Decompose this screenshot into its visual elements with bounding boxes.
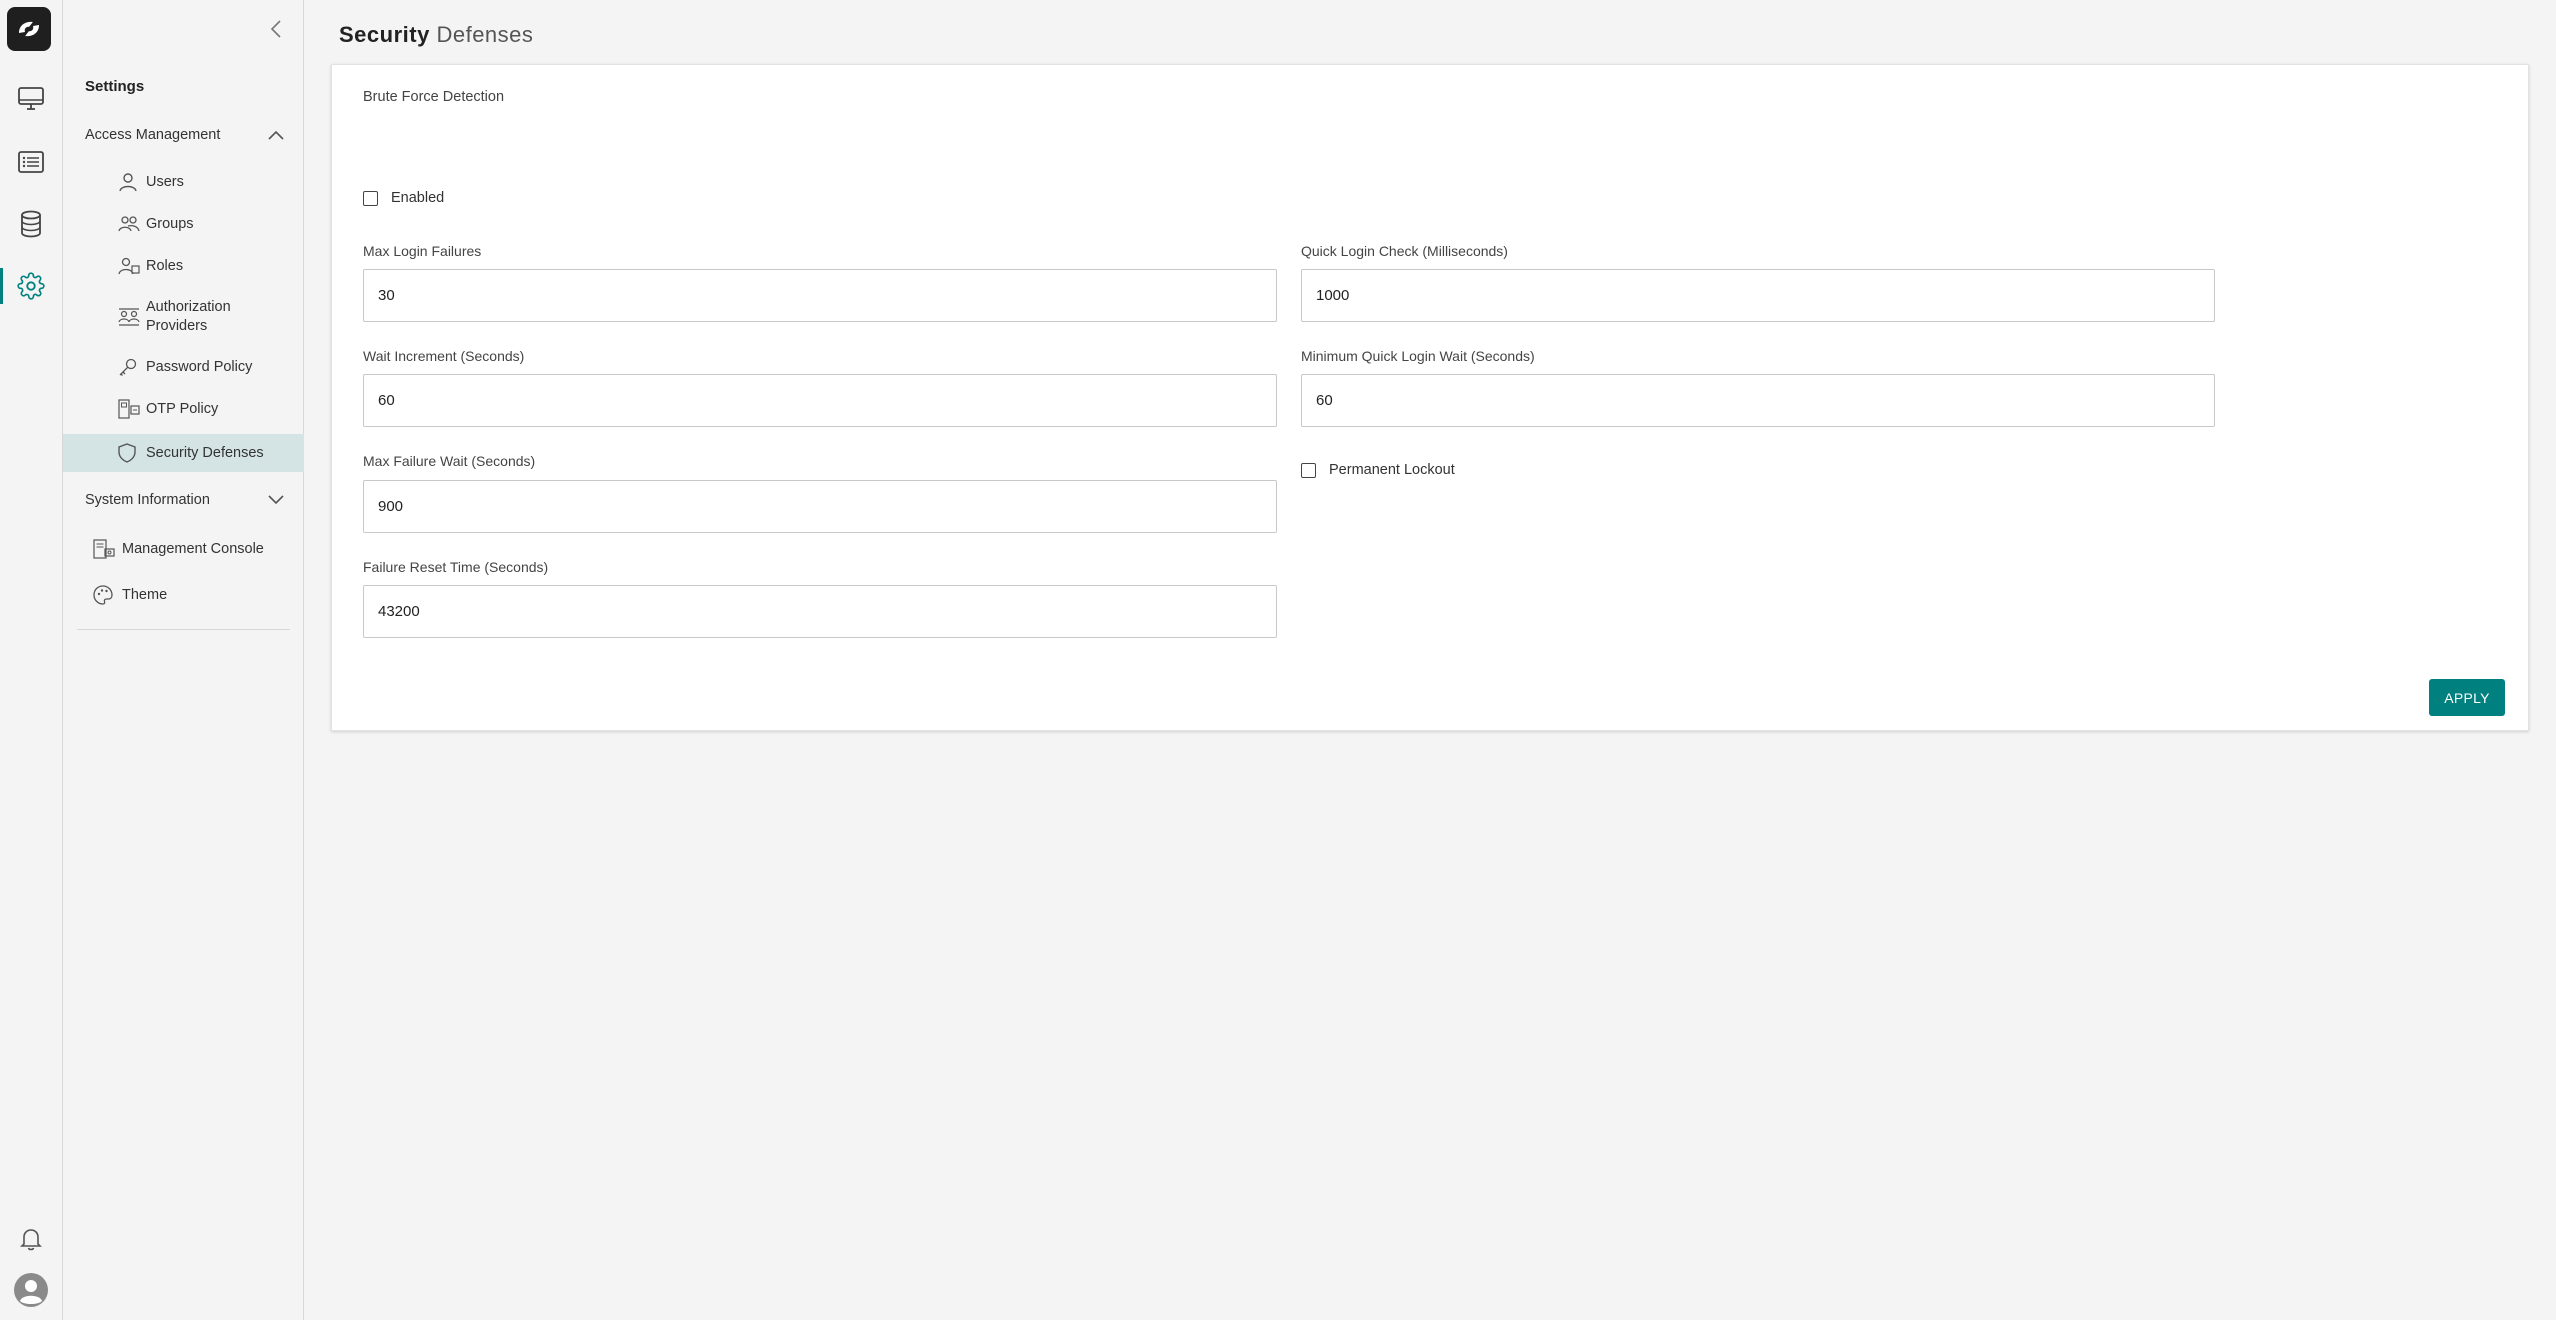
icon-rail: [0, 0, 63, 1320]
max-login-failures-input[interactable]: [363, 269, 1277, 322]
sidebar-item-management-console[interactable]: Management Console: [63, 531, 304, 567]
apply-button[interactable]: APPLY: [2429, 679, 2505, 716]
page-title-rest: Defenses: [436, 22, 534, 47]
wait-increment-label: Wait Increment (Seconds): [363, 348, 525, 364]
sidebar-item-theme[interactable]: Theme: [63, 577, 304, 613]
palette-icon: [93, 585, 113, 605]
database-icon[interactable]: [0, 200, 62, 248]
checkbox-box[interactable]: [1301, 462, 1316, 478]
otp-icon: [118, 399, 140, 419]
min-quick-login-wait-label: Minimum Quick Login Wait (Seconds): [1301, 348, 1535, 364]
max-failure-wait-label: Max Failure Wait (Seconds): [363, 453, 536, 469]
sidebar-item-label: Groups: [146, 215, 194, 232]
min-quick-login-wait-input[interactable]: [1301, 374, 2215, 427]
groups-icon: [118, 214, 140, 234]
permanent-lockout-checkbox[interactable]: Permanent Lockout: [1301, 462, 1455, 478]
sidebar-item-label: Security Defenses: [146, 444, 264, 461]
page-title-bold: Security: [339, 22, 430, 47]
sidebar-item-label: Password Policy: [146, 358, 253, 375]
user-icon: [118, 172, 138, 192]
system-information-group[interactable]: System Information: [63, 480, 304, 520]
failure-reset-time-input[interactable]: [363, 585, 1277, 638]
failure-reset-time-label: Failure Reset Time (Seconds): [363, 559, 549, 575]
brute-force-card: Brute Force Detection Enabled Max Login …: [331, 64, 2529, 731]
console-icon: [93, 539, 115, 559]
chevron-left-icon: [270, 20, 281, 38]
quick-login-check-input[interactable]: [1301, 269, 2215, 322]
sidebar-item-label: Theme: [122, 586, 168, 603]
collapse-sidebar-button[interactable]: [265, 17, 287, 41]
sidebar-item-label: Users: [146, 173, 184, 190]
brand-logo-icon[interactable]: [7, 7, 51, 51]
list-icon[interactable]: [0, 138, 62, 186]
sidebar-item-label: OTP Policy: [146, 400, 219, 417]
page-title: Security Defenses: [339, 22, 533, 48]
sidebar-item-security-defenses[interactable]: Security Defenses: [63, 434, 304, 472]
sidebar-item-authorization-providers[interactable]: Authorization Providers: [63, 291, 304, 343]
settings-sidebar: Settings Access Management Users Groups …: [63, 0, 304, 1320]
max-login-failures-label: Max Login Failures: [363, 243, 482, 259]
system-information-label: System Information: [85, 492, 210, 508]
bell-icon[interactable]: [0, 1215, 62, 1263]
user-avatar-icon[interactable]: [0, 1266, 62, 1314]
monitor-icon[interactable]: [0, 75, 62, 123]
sidebar-item-groups[interactable]: Groups: [63, 207, 304, 241]
chevron-down-icon: [268, 495, 284, 505]
sidebar-item-roles[interactable]: Roles: [63, 249, 304, 283]
sidebar-item-password-policy[interactable]: Password Policy: [63, 350, 304, 384]
max-failure-wait-input[interactable]: [363, 480, 1277, 533]
access-management-group[interactable]: Access Management: [63, 115, 304, 155]
wait-increment-input[interactable]: [363, 374, 1277, 427]
sidebar-item-otp-policy[interactable]: OTP Policy: [63, 392, 304, 426]
chevron-up-icon: [268, 130, 284, 140]
sidebar-item-label: Management Console: [122, 540, 264, 557]
sidebar-item-label: Authorization Providers: [146, 299, 231, 334]
sidebar-divider: [77, 629, 290, 630]
sidebar-item-users[interactable]: Users: [63, 165, 304, 199]
key-icon: [118, 357, 138, 377]
sidebar-item-label: Roles: [146, 257, 184, 274]
gear-icon[interactable]: [0, 262, 62, 310]
authorization-providers-icon: [118, 307, 140, 327]
shield-icon: [118, 443, 136, 463]
roles-icon: [118, 256, 140, 276]
sidebar-title: Settings: [85, 78, 145, 95]
checkbox-box[interactable]: [363, 190, 378, 206]
access-management-label: Access Management: [85, 127, 221, 143]
permanent-lockout-label: Permanent Lockout: [1329, 462, 1455, 478]
quick-login-check-label: Quick Login Check (Milliseconds): [1301, 243, 1508, 259]
section-heading: Brute Force Detection: [363, 89, 505, 105]
enabled-checkbox[interactable]: Enabled: [363, 190, 444, 206]
enabled-label: Enabled: [391, 190, 445, 206]
